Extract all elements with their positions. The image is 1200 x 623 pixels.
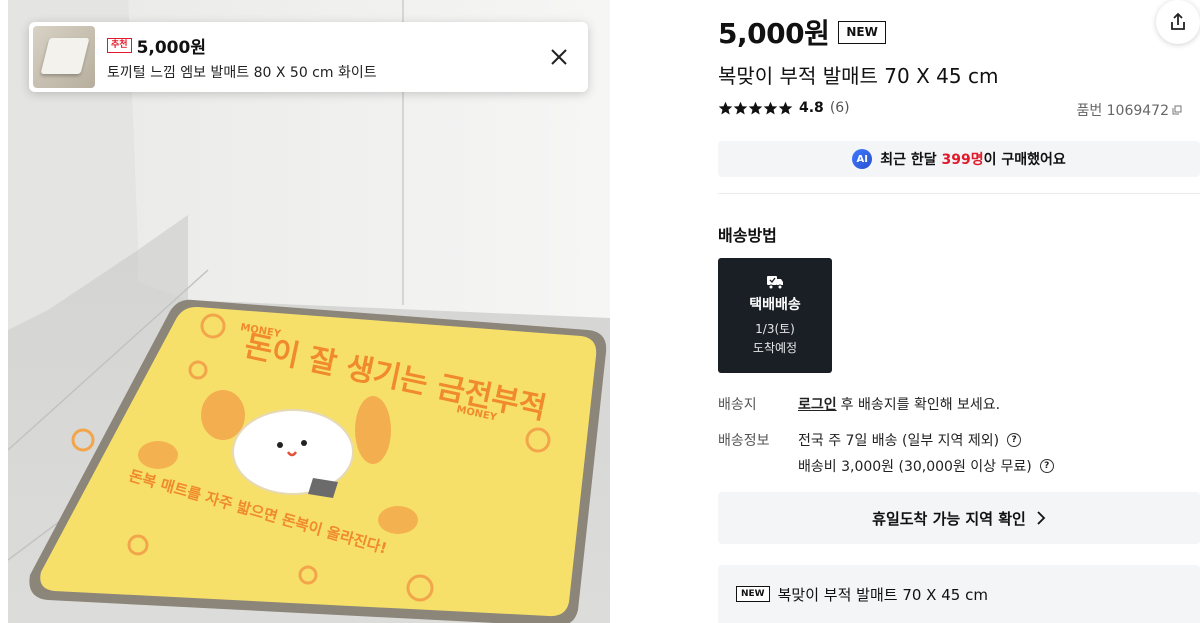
recommendation-popup[interactable]: 추천 5,000원 토끼털 느낌 엠보 발매트 80 X 50 cm 화이트 [29,22,588,92]
selected-option[interactable]: NEW 복맞이 부적 발매트 70 X 45 cm [718,565,1200,623]
product-price: 5,000원 [718,17,830,50]
help-icon[interactable]: ? [1039,459,1054,473]
shipping-info-line1: 전국 주 7일 배송 (일부 지역 제외) ? [798,430,1022,450]
star-icon [748,101,763,114]
sku-text: 품번 1069472 [1076,103,1169,119]
close-icon[interactable] [548,46,570,68]
shipping-info-label: 배송정보 [718,433,770,449]
truck-icon [767,276,783,290]
recommendation-name[interactable]: 토끼털 느낌 엠보 발매트 80 X 50 cm 화이트 [107,62,377,82]
star-icon [718,101,733,114]
option-name: 복맞이 부적 발매트 70 X 45 cm [777,585,988,604]
option-new-badge: NEW [736,586,770,602]
ai-text-suffix: 이 구매했어요 [983,152,1066,168]
delivery-method-date: 1/3(토) [755,322,795,336]
delivery-method-parcel[interactable]: 택배배송 1/3(토) 도착예정 [718,258,832,373]
delivery-method-note: 도착예정 [752,341,798,355]
product-photo: 돈이 잘 생기는 금전부적 돈복 매트를 자주 밟으면 돈복이 올라진다! MO… [8,0,610,623]
star-icon [733,101,748,114]
share-button[interactable] [1156,0,1200,44]
help-icon[interactable]: ? [1007,433,1022,447]
login-link[interactable]: 로그인 [798,394,837,414]
product-title: 복맞이 부적 발매트 70 X 45 cm [718,64,999,88]
ai-text-prefix: 최근 한달 [880,152,942,168]
recommendation-badge: 추천 [107,37,132,53]
section-divider [718,193,1200,194]
copy-icon[interactable] [1172,105,1182,115]
delivery-method-name: 택배배송 [749,297,801,313]
holiday-delivery-check-button[interactable]: 휴일도착 가능 지역 확인 [718,492,1200,544]
rating-summary[interactable]: 4.8 (6) [718,100,850,116]
recommendation-price: 5,000원 [136,37,206,58]
shipping-info-line2: 배송비 3,000원 (30,000원 이상 무료) ? [798,456,1054,476]
rating-count[interactable]: (6) [830,100,850,116]
delivery-section-title: 배송방법 [718,226,777,245]
share-icon [1171,12,1185,30]
ai-icon: AI [852,149,873,169]
star-icon [778,101,793,114]
shipping-info-text2: 배송비 3,000원 (30,000원 이상 무료) [798,459,1032,475]
address-label: 배송지 [718,397,757,413]
rating-stars [718,101,793,116]
product-main-image[interactable]: 돈이 잘 생기는 금전부적 돈복 매트를 자주 밟으면 돈복이 올라진다! MO… [8,0,610,623]
star-icon [763,101,778,114]
ai-text-highlight: 399명 [941,152,984,168]
holiday-button-label: 휴일도착 가능 지역 확인 [872,509,1026,528]
product-sku[interactable]: 품번 1069472 [1076,100,1182,120]
shipping-info-text1: 전국 주 7일 배송 (일부 지역 제외) [798,433,1000,449]
address-text: 후 배송지를 확인해 보세요. [840,397,1001,413]
address-value: 로그인 후 배송지를 확인해 보세요. [798,394,1000,414]
chevron-right-icon [1037,511,1046,525]
rating-value: 4.8 [799,100,824,116]
ai-purchase-insight: AI 최근 한달 399명이 구매했어요 [718,141,1200,177]
product-info-panel: 5,000원 NEW 복맞이 부적 발매트 70 X 45 cm 4.8 (6) [718,0,1200,623]
recommendation-thumbnail[interactable] [33,26,95,88]
product-page: 돈이 잘 생기는 금전부적 돈복 매트를 자주 밟으면 돈복이 올라진다! MO… [0,0,1200,623]
new-badge: NEW [838,20,886,44]
